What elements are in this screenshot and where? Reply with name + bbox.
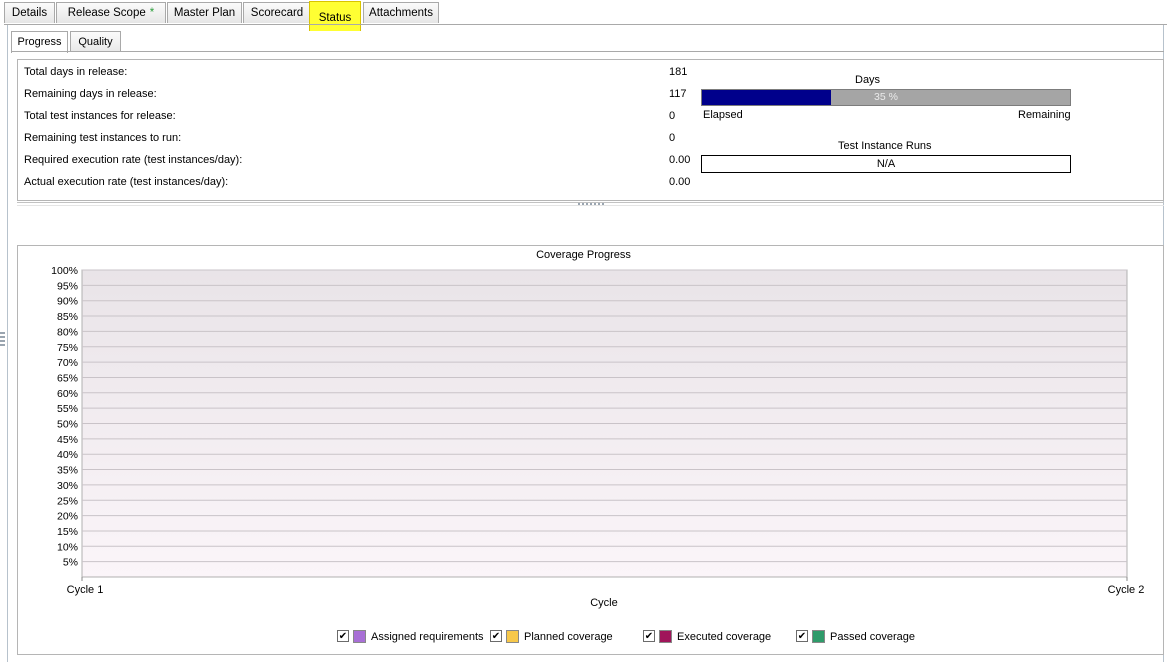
y-tick-label: 50% [57, 419, 78, 431]
legend-label: Assigned requirements [371, 631, 484, 643]
y-tick-label: 80% [57, 326, 78, 338]
y-tick-label: 100% [51, 265, 78, 277]
x-axis-label: Cycle [590, 597, 618, 609]
y-tick-label: 45% [57, 434, 78, 446]
legend-label: Passed coverage [830, 631, 915, 643]
legend-swatch [353, 630, 366, 643]
checkbox-icon[interactable]: ✔ [337, 630, 349, 642]
y-tick-label: 30% [57, 480, 78, 492]
y-tick-label: 75% [57, 342, 78, 354]
y-tick-label: 15% [57, 526, 78, 538]
x-tick-label: Cycle 2 [1108, 584, 1145, 596]
y-tick-label: 95% [57, 280, 78, 292]
y-tick-label: 20% [57, 511, 78, 523]
y-tick-label: 60% [57, 388, 78, 400]
y-tick-label: 40% [57, 449, 78, 461]
legend-label: Executed coverage [677, 631, 772, 643]
y-tick-label: 25% [57, 495, 78, 507]
coverage-progress-chart: 5% 10% 15% 20% 25% 30% 35% 40% 45% 50% 55% 60% 65% 70… [51, 265, 1145, 609]
checkbox-icon[interactable]: ✔ [643, 630, 655, 642]
y-tick-label: 5% [63, 557, 78, 569]
y-tick-label: 85% [57, 311, 78, 323]
y-tick-label: 90% [57, 296, 78, 308]
y-tick-label: 65% [57, 372, 78, 384]
checkbox-icon[interactable]: ✔ [796, 630, 808, 642]
legend-swatch [659, 630, 672, 643]
y-tick-label: 35% [57, 465, 78, 477]
y-tick-label: 70% [57, 357, 78, 369]
legend-label: Planned coverage [524, 631, 613, 643]
checkbox-icon[interactable]: ✔ [490, 630, 502, 642]
x-tick-label: Cycle 1 [67, 584, 104, 596]
legend-swatch [812, 630, 825, 643]
y-tick-label: 10% [57, 541, 78, 553]
legend-swatch [506, 630, 519, 643]
y-tick-label: 55% [57, 403, 78, 415]
